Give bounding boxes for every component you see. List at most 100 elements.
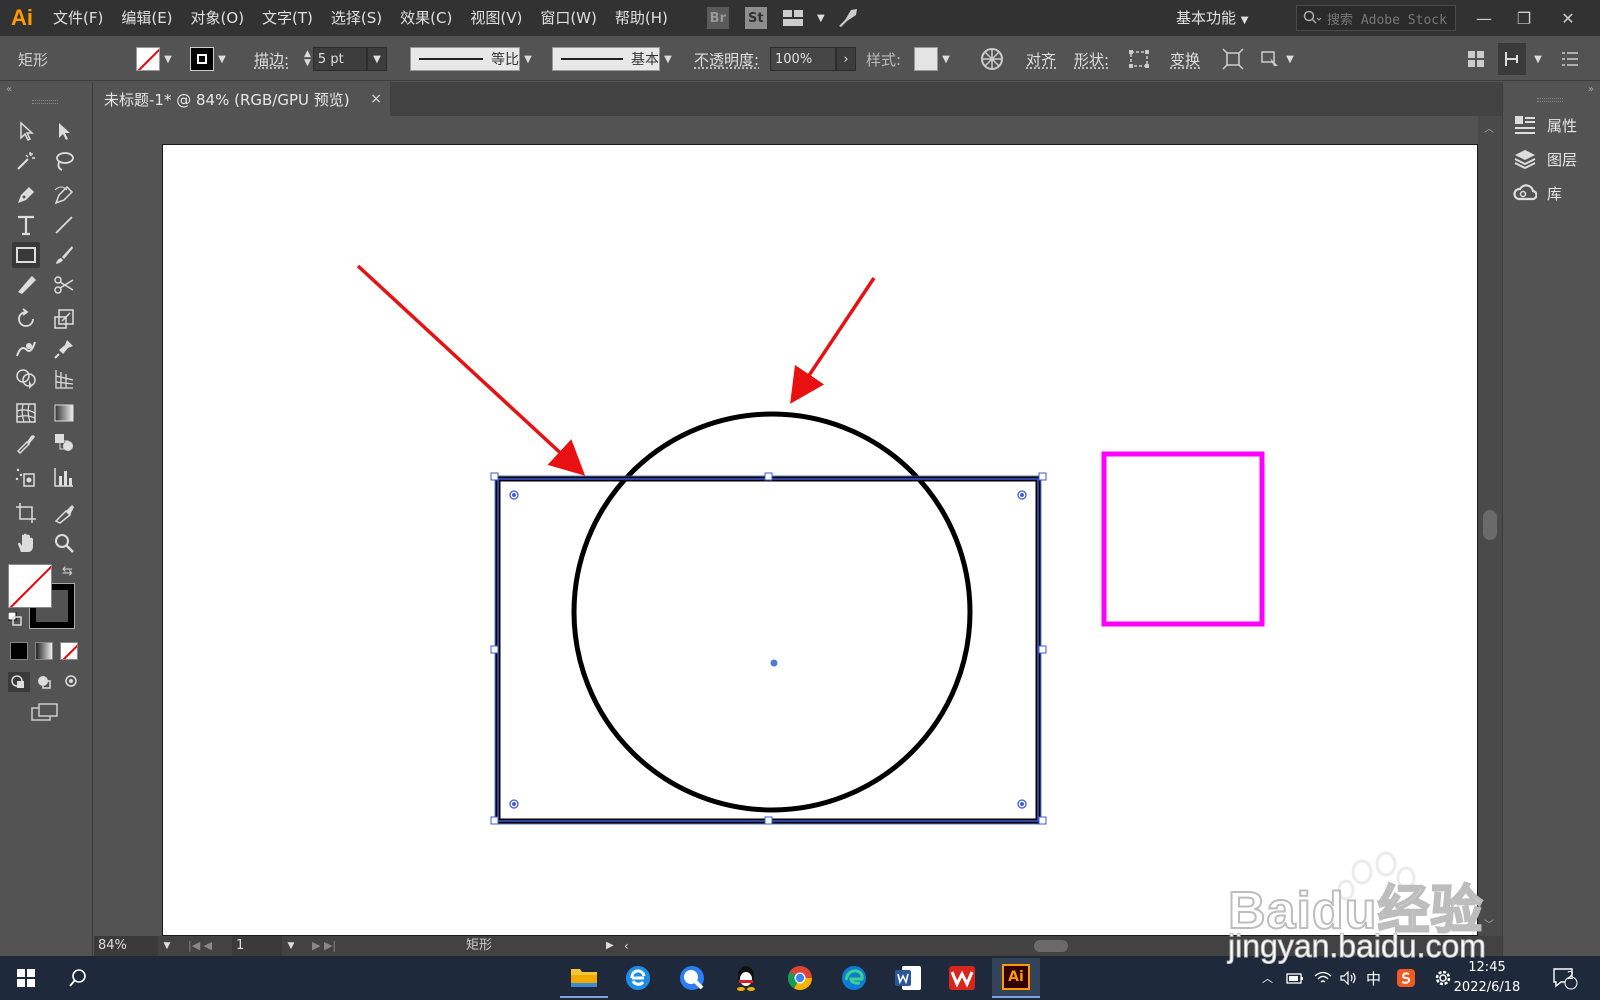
- sogou-ime-icon[interactable]: [1396, 956, 1416, 1000]
- opacity-control[interactable]: 100% ›: [770, 37, 856, 81]
- quark-browser-icon[interactable]: [668, 958, 716, 998]
- paintbrush-tool-icon[interactable]: [50, 242, 78, 268]
- stock-search-input[interactable]: 搜索 Adobe Stock: [1296, 5, 1456, 31]
- canvas-area[interactable]: [94, 116, 1478, 936]
- chevron-down-icon[interactable]: ▼: [520, 54, 536, 65]
- type-tool-icon[interactable]: [12, 212, 40, 238]
- bridge-button[interactable]: Br: [706, 7, 729, 29]
- ime-indicator[interactable]: 中: [1366, 956, 1381, 1000]
- chevron-down-icon[interactable]: ▼: [1530, 37, 1546, 81]
- close-window-button[interactable]: ✕: [1548, 0, 1588, 36]
- artboard-tool-icon[interactable]: [12, 500, 40, 526]
- illustrator-taskbar-icon[interactable]: Ai: [992, 958, 1040, 998]
- opacity-input[interactable]: 100%: [770, 47, 836, 71]
- layers-panel-button[interactable]: 图层: [1513, 144, 1577, 174]
- menu-select[interactable]: 选择(S): [322, 0, 391, 36]
- menu-file[interactable]: 文件(F): [44, 0, 112, 36]
- notification-center-icon[interactable]: 2: [1552, 956, 1578, 1000]
- symbol-sprayer-tool-icon[interactable]: [12, 464, 40, 490]
- properties-panel-button[interactable]: 属性: [1513, 110, 1577, 140]
- menu-type[interactable]: 文字(T): [253, 0, 322, 36]
- word-icon[interactable]: [884, 958, 932, 998]
- draw-behind-icon[interactable]: [34, 672, 56, 692]
- blend-tool-icon[interactable]: [50, 430, 78, 456]
- variable-width-profile[interactable]: 等比 ▼: [410, 37, 536, 81]
- workspace-switcher[interactable]: 基本功能 ▼: [1176, 0, 1249, 36]
- wifi-icon[interactable]: [1314, 956, 1332, 1000]
- wps-icon[interactable]: [938, 958, 986, 998]
- rocket-icon[interactable]: [837, 7, 859, 29]
- graphic-style-swatch[interactable]: ▼: [914, 37, 954, 81]
- shape-properties-icon[interactable]: [1128, 37, 1150, 81]
- last-artboard-icon[interactable]: ▶ ▶|: [312, 936, 336, 956]
- fill-swatch[interactable]: ▼: [136, 37, 176, 81]
- perspective-grid-tool-icon[interactable]: [50, 366, 78, 392]
- edge-icon[interactable]: [830, 958, 878, 998]
- rectangle-tool-icon[interactable]: [12, 242, 40, 268]
- panel-menu-icon[interactable]: [1562, 37, 1578, 81]
- arrange-icon[interactable]: [1498, 43, 1526, 75]
- qq-icon[interactable]: [722, 958, 770, 998]
- transform-button[interactable]: 变换: [1170, 37, 1200, 81]
- document-tab[interactable]: 未标题-1* @ 84% (RGB/GPU 预览) ×: [94, 82, 390, 116]
- ie-browser-icon[interactable]: [614, 958, 662, 998]
- menu-view[interactable]: 视图(V): [461, 0, 531, 36]
- direct-selection-tool-icon[interactable]: [50, 118, 78, 144]
- file-explorer-icon[interactable]: [560, 958, 608, 998]
- lasso-tool-icon[interactable]: [50, 148, 78, 174]
- draw-inside-icon[interactable]: [60, 672, 82, 692]
- libraries-panel-button[interactable]: 库: [1513, 178, 1562, 208]
- vertical-scrollbar[interactable]: ︿ ﹀: [1478, 116, 1502, 936]
- chevron-down-icon[interactable]: ▼: [660, 54, 676, 65]
- warp-tool-icon[interactable]: [12, 336, 40, 362]
- horizontal-scroll-thumb[interactable]: [1034, 940, 1068, 952]
- default-colors-icon[interactable]: [7, 611, 22, 626]
- stroke-label[interactable]: 描边:: [254, 37, 289, 81]
- shape-label[interactable]: 形状:: [1074, 37, 1109, 81]
- mesh-tool-icon[interactable]: [12, 400, 40, 426]
- grip-handle[interactable]: [32, 100, 58, 104]
- menu-effect[interactable]: 效果(C): [391, 0, 461, 36]
- minimize-button[interactable]: —: [1464, 0, 1504, 36]
- shaper-tool-icon[interactable]: [12, 272, 40, 298]
- volume-icon[interactable]: [1340, 956, 1358, 1000]
- transform-icon[interactable]: [1222, 37, 1244, 81]
- zoom-level-field[interactable]: 84%: [94, 936, 158, 956]
- curvature-tool-icon[interactable]: [50, 182, 78, 208]
- opacity-label[interactable]: 不透明度:: [694, 37, 759, 81]
- tray-expand-icon[interactable]: ︿: [1262, 956, 1273, 1000]
- windows-start-icon[interactable]: [2, 958, 50, 998]
- shape-builder-tool-icon[interactable]: [12, 366, 40, 392]
- chevron-down-icon[interactable]: ▼: [813, 13, 829, 24]
- magenta-square[interactable]: [1101, 451, 1265, 627]
- line-tool-icon[interactable]: [50, 212, 78, 238]
- close-tab-icon[interactable]: ×: [370, 91, 382, 107]
- menu-object[interactable]: 对象(O): [182, 0, 254, 36]
- slice-tool-icon[interactable]: [50, 500, 78, 526]
- draw-normal-icon[interactable]: [8, 672, 30, 692]
- scale-tool-icon[interactable]: [50, 306, 78, 332]
- stroke-weight-input[interactable]: 5 pt: [312, 47, 367, 71]
- stock-button[interactable]: St: [744, 7, 767, 29]
- system-clock[interactable]: 12:45 2022/6/18: [1450, 958, 1524, 998]
- chrome-icon[interactable]: [776, 958, 824, 998]
- scroll-thumb[interactable]: [1483, 510, 1497, 540]
- gradient-mode-icon[interactable]: [35, 642, 53, 660]
- expand-panels-icon[interactable]: »: [1588, 84, 1594, 95]
- menu-help[interactable]: 帮助(H): [606, 0, 677, 36]
- artboard-number-field[interactable]: 1: [232, 936, 282, 956]
- recolor-icon[interactable]: [980, 37, 1004, 81]
- stroke-weight-stepper[interactable]: ▲ ▼ 5 pt ▼: [304, 37, 387, 81]
- artboard-dropdown-icon[interactable]: ▼: [282, 936, 300, 956]
- first-artboard-icon[interactable]: |◀ ◀: [188, 936, 212, 956]
- collapse-icon[interactable]: «: [6, 84, 12, 95]
- grip-handle[interactable]: [1537, 98, 1563, 102]
- screen-mode-icon[interactable]: [30, 702, 60, 724]
- status-menu-icon[interactable]: ▶: [606, 936, 614, 956]
- stroke-swatch[interactable]: ▼: [190, 37, 230, 81]
- zoom-tool-icon[interactable]: [50, 530, 78, 556]
- swap-fill-stroke-icon[interactable]: ⇆: [62, 564, 73, 579]
- rotate-tool-icon[interactable]: [12, 306, 40, 332]
- align-button[interactable]: 对齐: [1026, 37, 1056, 81]
- menu-edit[interactable]: 编辑(E): [112, 0, 181, 36]
